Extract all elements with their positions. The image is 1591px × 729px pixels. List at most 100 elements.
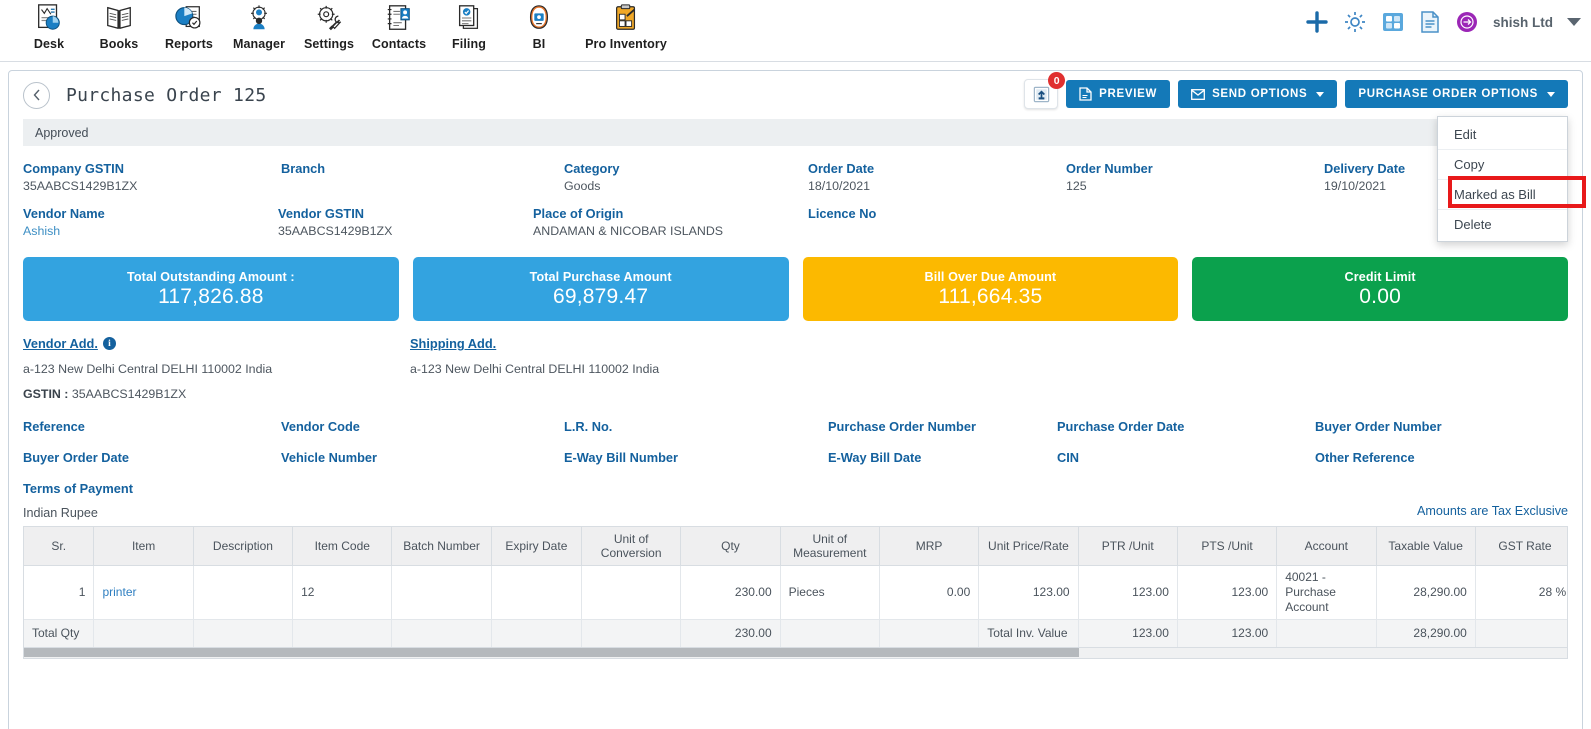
menu-item-marked-as-bill-label: Marked as Bill bbox=[1454, 187, 1536, 202]
currency-label: Indian Rupee bbox=[23, 506, 98, 520]
info-icon[interactable]: i bbox=[102, 337, 116, 350]
col-expiry-date: Expiry Date bbox=[491, 527, 583, 566]
item-link[interactable]: printer bbox=[102, 585, 136, 599]
vendor-address-heading[interactable]: Vendor Add. i bbox=[23, 336, 116, 351]
nav-item-bi[interactable]: BI bbox=[504, 0, 574, 51]
cell-unit-of-measurement: Pieces bbox=[780, 565, 880, 620]
line-items-table-wrapper: Sr. Item Description Item Code Batch Num… bbox=[23, 526, 1568, 648]
menu-item-delete[interactable]: Delete bbox=[1438, 209, 1567, 239]
send-options-button-label: SEND OPTIONS bbox=[1212, 88, 1308, 100]
col-unit-of-measurement: Unit of Measurement bbox=[780, 527, 880, 566]
col-mrp: MRP bbox=[879, 527, 980, 566]
total-qty-value: 230.00 bbox=[680, 619, 781, 648]
nav-item-manager[interactable]: Manager bbox=[224, 0, 294, 51]
total-blank-10 bbox=[1475, 619, 1567, 648]
nav-item-bi-label: BI bbox=[532, 37, 546, 51]
nav-item-desk-label: Desk bbox=[33, 37, 65, 51]
chevron-down-icon bbox=[1547, 91, 1555, 97]
summary-cards: Total Outstanding Amount : 117,826.88 To… bbox=[9, 250, 1582, 321]
total-taxable-value: 28,290.00 bbox=[1376, 619, 1476, 648]
cell-mrp: 0.00 bbox=[879, 565, 980, 620]
field-branch: Branch bbox=[281, 160, 564, 195]
field-order-date-value: 18/10/2021 bbox=[808, 179, 871, 193]
col-account: Account bbox=[1276, 527, 1377, 566]
nav-item-settings[interactable]: Settings bbox=[294, 0, 364, 51]
document-icon[interactable] bbox=[1419, 10, 1441, 34]
col-ptr-unit: PTR /Unit bbox=[1078, 527, 1178, 566]
purchase-order-page: Purchase Order 125 0 PREVIEW SEND OPTION… bbox=[8, 70, 1586, 729]
vendor-gstin-line: GSTIN : 35AABCS1429B1ZX bbox=[23, 386, 410, 403]
field-place-of-origin-value: ANDAMAN & NICOBAR ISLANDS bbox=[533, 224, 724, 238]
col-pts-unit: PTS /Unit bbox=[1177, 527, 1278, 566]
preview-button[interactable]: PREVIEW bbox=[1066, 80, 1171, 108]
col-sr: Sr. bbox=[24, 527, 95, 566]
contacts-card-icon bbox=[364, 3, 434, 37]
nav-item-filing[interactable]: Filing bbox=[434, 0, 504, 51]
order-detail-fields: Company GSTIN 35AABCS1429B1ZX Branch Cat… bbox=[9, 146, 1582, 240]
cell-taxable-value: 28,290.00 bbox=[1376, 565, 1476, 620]
summary-card-credit-limit-value: 0.00 bbox=[1359, 284, 1401, 308]
ref-field-vendor-code: Vendor Code bbox=[281, 419, 360, 434]
ref-field-other-reference: Other Reference bbox=[1315, 450, 1415, 465]
page-header: Purchase Order 125 0 PREVIEW SEND OPTION… bbox=[9, 71, 1586, 242]
shipping-address-block: Shipping Add. a-123 New Delhi Central DE… bbox=[410, 335, 659, 403]
summary-card-credit-limit-title: Credit Limit bbox=[1344, 269, 1416, 284]
field-delivery-date-label: Delivery Date bbox=[1324, 161, 1406, 176]
cell-item[interactable]: printer bbox=[93, 565, 194, 620]
nav-item-reports[interactable]: Reports bbox=[154, 0, 224, 51]
chevron-down-icon[interactable] bbox=[1567, 18, 1581, 26]
field-category-value: Goods bbox=[564, 179, 601, 193]
field-vendor-name-value[interactable]: Ashish bbox=[23, 222, 278, 240]
col-gst-rate: GST Rate bbox=[1475, 527, 1567, 566]
send-options-button[interactable]: SEND OPTIONS bbox=[1178, 80, 1338, 108]
menu-item-copy[interactable]: Copy bbox=[1438, 149, 1567, 179]
total-blank-6 bbox=[581, 619, 682, 648]
menu-item-edit[interactable]: Edit bbox=[1438, 119, 1567, 149]
tax-exclusive-note: Amounts are Tax Exclusive bbox=[1417, 504, 1568, 518]
top-navigation-bar: Desk Books Reports Manager Settings Cont… bbox=[0, 0, 1591, 62]
field-licence-no-label: Licence No bbox=[808, 206, 877, 221]
summary-card-total-purchase-value: 69,879.47 bbox=[553, 284, 649, 308]
nav-item-books[interactable]: Books bbox=[84, 0, 154, 51]
summary-card-bill-over-due-title: Bill Over Due Amount bbox=[924, 269, 1057, 284]
preview-button-label: PREVIEW bbox=[1099, 88, 1158, 100]
apps-grid-icon[interactable] bbox=[1381, 10, 1405, 34]
reports-piechart-icon bbox=[154, 3, 224, 37]
support-badge-icon[interactable] bbox=[1455, 10, 1479, 34]
nav-item-contacts[interactable]: Contacts bbox=[364, 0, 434, 51]
summary-card-bill-over-due: Bill Over Due Amount 111,664.35 bbox=[802, 257, 1179, 321]
summary-card-total-outstanding: Total Outstanding Amount : 117,826.88 bbox=[23, 257, 399, 321]
envelope-icon bbox=[1191, 88, 1206, 100]
nav-item-desk[interactable]: Desk bbox=[14, 0, 84, 51]
cell-ptr-unit: 123.00 bbox=[1078, 565, 1178, 620]
company-name-label: shish Ltd bbox=[1493, 14, 1553, 30]
cell-description bbox=[193, 565, 294, 620]
back-chevron-icon[interactable] bbox=[23, 81, 50, 109]
vendor-address-heading-label: Vendor Add. bbox=[23, 336, 98, 351]
top-right-actions: shish Ltd bbox=[1305, 10, 1581, 34]
add-plus-icon[interactable] bbox=[1305, 10, 1329, 34]
ref-field-cin: CIN bbox=[1057, 450, 1080, 465]
status-badge: Approved bbox=[23, 119, 1568, 146]
books-icon bbox=[84, 3, 154, 37]
table-row: 1 printer 12 230.00 Pieces 0.00 123.00 1… bbox=[24, 565, 1567, 620]
attachment-count-badge: 0 bbox=[1048, 72, 1066, 89]
nav-item-pro-inventory[interactable]: Pro Inventory bbox=[574, 0, 678, 51]
table-horizontal-scrollbar[interactable] bbox=[23, 647, 1568, 659]
cell-item-code: 12 bbox=[292, 565, 393, 620]
total-inv-value-label: Total Inv. Value bbox=[978, 619, 1079, 648]
field-delivery-date: Delivery Date 19/10/2021 bbox=[1324, 160, 1405, 195]
table-scrollbar-thumb[interactable] bbox=[24, 647, 1079, 657]
field-order-date: Order Date 18/10/2021 bbox=[808, 160, 1066, 195]
ref-field-vehicle-number: Vehicle Number bbox=[281, 450, 378, 465]
attachment-upload-icon[interactable]: 0 bbox=[1024, 72, 1066, 109]
total-blank-1 bbox=[93, 619, 194, 648]
shipping-address-heading[interactable]: Shipping Add. bbox=[410, 336, 496, 351]
purchase-order-options-button[interactable]: PURCHASE ORDER OPTIONS bbox=[1345, 80, 1568, 108]
menu-item-marked-as-bill[interactable]: Marked as Bill bbox=[1438, 179, 1567, 209]
field-vendor-name: Vendor Name Ashish bbox=[23, 205, 278, 240]
col-item: Item bbox=[93, 527, 194, 566]
gear-icon[interactable] bbox=[1343, 10, 1367, 34]
table-meta: Indian Rupee Amounts are Tax Exclusive bbox=[9, 496, 1582, 526]
summary-card-total-purchase-title: Total Purchase Amount bbox=[529, 269, 672, 284]
